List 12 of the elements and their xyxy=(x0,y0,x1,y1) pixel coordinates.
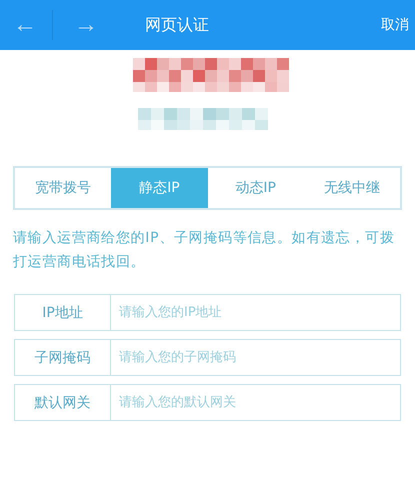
input-field[interactable]: 请输入您的子网掩码 xyxy=(111,339,401,376)
field-label: 子网掩码 xyxy=(14,339,111,376)
page-title: 网页认证 xyxy=(145,14,210,36)
input-field[interactable]: 请输入您的IP地址 xyxy=(111,294,401,331)
hint-text: 请输入运营商给您的IP、子网掩码等信息。如有遗忘，可拨打运营商电话找回。 xyxy=(13,229,396,272)
back-button[interactable]: ← xyxy=(0,11,50,39)
tab[interactable]: 静态IP xyxy=(111,168,208,208)
cancel-button[interactable]: 取消 xyxy=(381,16,415,34)
forward-button[interactable]: → xyxy=(61,11,111,39)
input-field[interactable]: 请输入您的默认网关 xyxy=(111,384,401,421)
field-label: 默认网关 xyxy=(14,384,111,421)
field-label: IP地址 xyxy=(14,294,111,331)
